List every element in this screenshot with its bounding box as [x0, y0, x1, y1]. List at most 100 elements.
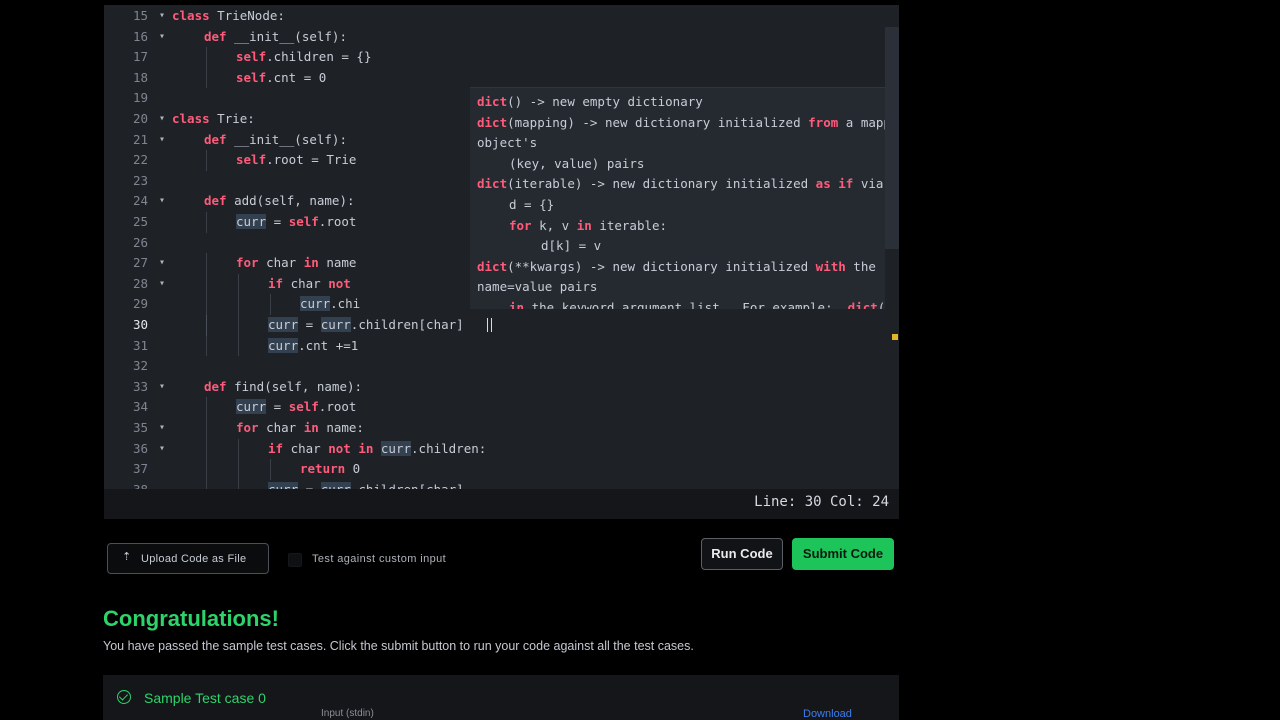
keyword-token: dict [847, 300, 878, 309]
download-link[interactable]: Download [803, 708, 852, 720]
keyword-token: for [236, 420, 259, 435]
code-text[interactable]: curr = self.root [236, 212, 356, 233]
scroll-marker [892, 334, 898, 340]
keyword-token: dict [477, 176, 508, 192]
keyword-token: as if [815, 176, 854, 192]
indent-guide [206, 253, 207, 274]
indent-guide [238, 459, 239, 480]
line-number: 36 [132, 440, 148, 456]
fold-chevron-icon[interactable]: ▾ [156, 253, 168, 274]
fold-chevron-icon[interactable]: ▾ [156, 274, 168, 295]
indent-guide [206, 479, 207, 489]
tooltip-token: the [845, 258, 876, 274]
code-text[interactable]: curr.cnt +=1 [268, 336, 358, 357]
line-number: 17 [132, 49, 148, 65]
code-text[interactable]: def add(self, name): [204, 191, 355, 212]
code-line[interactable]: 32 [104, 356, 899, 377]
result-message: You have passed the sample test cases. C… [103, 639, 694, 653]
code-line[interactable]: 16 ▾ def __init__(self): [104, 27, 899, 48]
code-token: name: [318, 420, 364, 435]
line-number: 28 [132, 275, 148, 291]
fold-chevron-icon[interactable]: ▾ [156, 377, 168, 398]
code-line[interactable]: 37 return 0 [104, 459, 899, 480]
line-number: 16 [132, 28, 148, 44]
tooltip-token: k, v [531, 217, 577, 233]
keyword-token: return [300, 461, 346, 477]
code-token: .root [318, 214, 357, 229]
upload-icon: ⇡ [122, 551, 132, 563]
code-token: .root = Trie [266, 152, 357, 168]
line-number: 18 [132, 69, 148, 85]
test-case-label[interactable]: Sample Test case 0 [144, 690, 266, 706]
editor-scrollbar[interactable] [885, 5, 899, 489]
indent-guide [206, 438, 207, 460]
code-line[interactable]: 36 ▾ if char not in curr.children: [104, 438, 899, 460]
code-editor[interactable]: 15 ▾ class TrieNode: 16 ▾ def __init__(self):… [104, 5, 899, 489]
code-line[interactable]: 17 self.children = {} [104, 47, 899, 68]
indent-guide [206, 273, 207, 295]
code-line[interactable]: 31 curr.cnt +=1 [104, 335, 899, 357]
keyword-token: self [236, 152, 267, 168]
code-line[interactable]: 35 ▾ for char in name: [104, 418, 899, 439]
code-text[interactable]: if char not in curr.children: [268, 439, 486, 460]
upload-code-label: Upload Code as File [141, 553, 247, 565]
run-code-button[interactable]: Run Code [701, 538, 783, 570]
keyword-token: class [172, 8, 210, 23]
custom-input-label[interactable]: Test against custom input [312, 553, 446, 565]
code-token: curr [268, 317, 299, 332]
check-circle-icon [117, 690, 131, 704]
code-text[interactable]: curr = curr.children[char] [268, 480, 464, 489]
indent-guide [238, 294, 239, 315]
code-text[interactable]: self.root = Trie [236, 150, 356, 171]
code-text[interactable]: class TrieNode: [172, 6, 285, 27]
code-line[interactable]: 18 self.cnt = 0 [104, 67, 899, 89]
code-token: curr [380, 440, 412, 456]
code-text[interactable]: for char in name [236, 253, 356, 274]
code-text[interactable]: def __init__(self): [204, 130, 347, 151]
fold-chevron-icon[interactable]: ▾ [156, 6, 168, 27]
sample-test-case-panel[interactable]: Sample Test case 0 Input (stdin) Downloa… [103, 675, 899, 720]
fold-chevron-icon[interactable]: ▾ [156, 418, 168, 439]
code-token: name [318, 255, 357, 271]
upload-code-button[interactable]: ⇡ Upload Code as File [107, 543, 269, 574]
code-line[interactable]: 30 curr = curr.children[char] [104, 315, 899, 336]
code-text[interactable]: def __init__(self): [204, 27, 347, 48]
line-number: 37 [132, 461, 148, 477]
fold-chevron-icon[interactable]: ▾ [156, 130, 168, 151]
fold-chevron-icon[interactable]: ▾ [156, 27, 168, 48]
code-token: .children[char] [350, 317, 464, 332]
code-line[interactable]: 34 curr = self.root [104, 397, 899, 418]
line-number: 25 [132, 214, 148, 229]
tooltip-token: name=value pairs [477, 279, 598, 295]
keyword-token: dict [477, 114, 508, 130]
keyword-token: def [204, 131, 227, 147]
tooltip-token: (mapping) -> new dictionary initialized [507, 114, 809, 130]
code-token: char [283, 440, 329, 456]
line-number: 33 [132, 378, 148, 394]
code-text[interactable]: self.cnt = 0 [236, 68, 326, 89]
code-text[interactable]: return 0 [300, 459, 360, 480]
submit-code-button[interactable]: Submit Code [792, 538, 894, 570]
code-text[interactable]: curr = self.root [236, 397, 356, 418]
custom-input-checkbox[interactable] [288, 553, 302, 567]
code-text[interactable]: self.children = {} [236, 47, 371, 68]
code-line[interactable]: 15 ▾ class TrieNode: [104, 6, 899, 27]
code-token: char [258, 420, 304, 435]
fold-chevron-icon[interactable]: ▾ [156, 191, 168, 212]
fold-chevron-icon[interactable]: ▾ [156, 439, 168, 460]
editor-scroll-thumb[interactable] [885, 27, 899, 249]
code-text[interactable]: class Trie: [172, 109, 255, 130]
tooltip-token: d = {} [509, 197, 555, 212]
code-text[interactable]: curr = curr.children[char] [268, 315, 464, 336]
code-text[interactable]: if char not [268, 274, 351, 295]
fold-chevron-icon[interactable]: ▾ [156, 109, 168, 130]
code-text[interactable]: for char in name: [236, 418, 364, 439]
cursor-position: Line: 30 Col: 24 [754, 494, 889, 510]
code-token: curr [320, 481, 351, 489]
code-text[interactable]: def find(self, name): [204, 377, 362, 398]
code-line[interactable]: 38curr = curr.children[char] [104, 479, 899, 489]
line-number: 24 [132, 193, 148, 209]
code-text[interactable]: curr.chi [300, 294, 360, 315]
tooltip-line: name=value pairs [477, 277, 597, 298]
code-line[interactable]: 33 ▾ def find(self, name): [104, 377, 899, 398]
